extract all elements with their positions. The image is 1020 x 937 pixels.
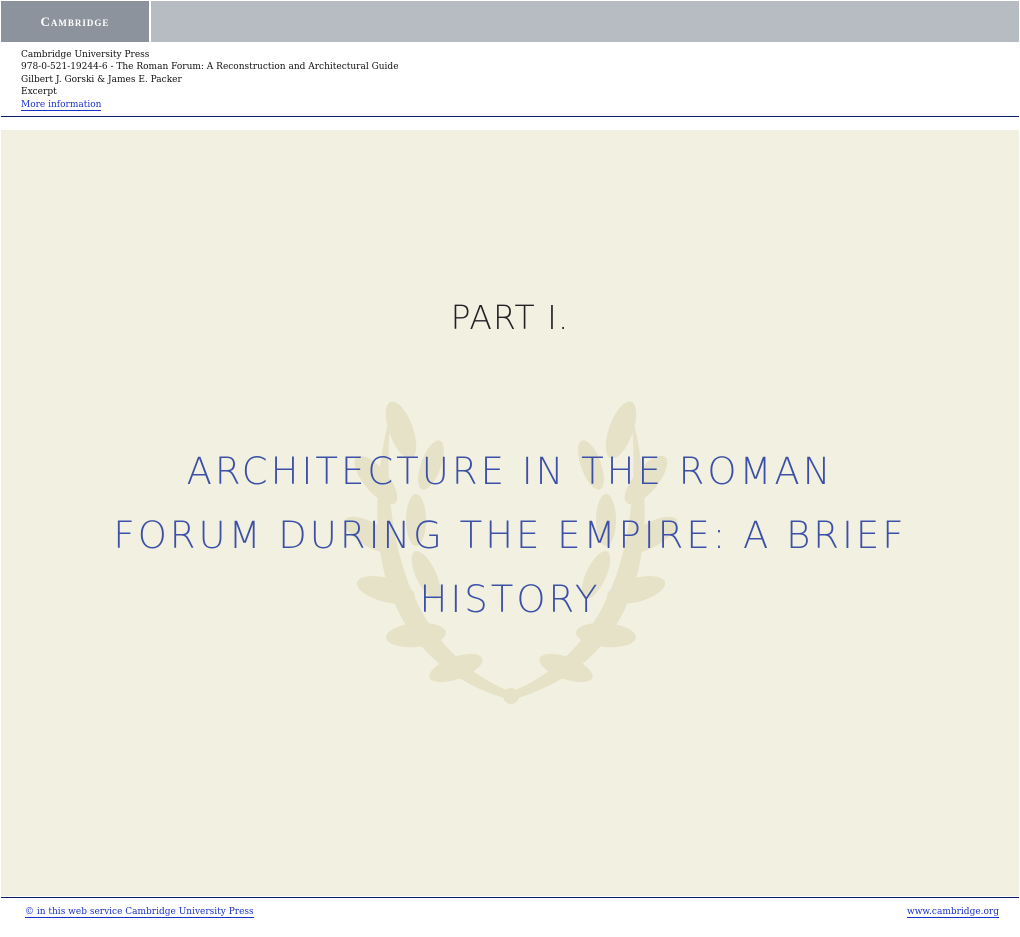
cambridge-logo[interactable]: Cambridge: [1, 1, 151, 42]
isbn-title-line: 978-0-521-19244-6 - The Roman Forum: A R…: [21, 62, 399, 73]
part-title: ARCHITECTURE IN THE ROMAN FORUM DURING T…: [41, 440, 979, 632]
publisher-line: Cambridge University Press: [21, 50, 150, 60]
authors-line: Gilbert J. Gorski & James E. Packer: [21, 74, 182, 85]
title-line: FORUM DURING THE EMPIRE: A BRIEF: [113, 514, 907, 557]
footer-divider: [1, 897, 1019, 898]
part-heading: PART I.: [450, 298, 570, 337]
title-line: ARCHITECTURE IN THE ROMAN: [186, 450, 834, 493]
excerpt-line: Excerpt: [21, 87, 57, 98]
website-link[interactable]: www.cambridge.org: [907, 907, 999, 918]
top-banner: Cambridge: [1, 1, 1019, 42]
brand-text: Cambridge: [40, 13, 110, 29]
chapter-panel: PART I. ARCHITECTURE IN THE ROMAN FORUM …: [1, 130, 1019, 896]
book-metadata: Cambridge University Press 978-0-521-192…: [21, 49, 399, 111]
title-line: HISTORY: [419, 578, 601, 621]
header-divider: [1, 116, 1019, 117]
copyright-link[interactable]: © in this web service Cambridge Universi…: [25, 907, 254, 918]
more-information-link[interactable]: More information: [21, 99, 102, 111]
